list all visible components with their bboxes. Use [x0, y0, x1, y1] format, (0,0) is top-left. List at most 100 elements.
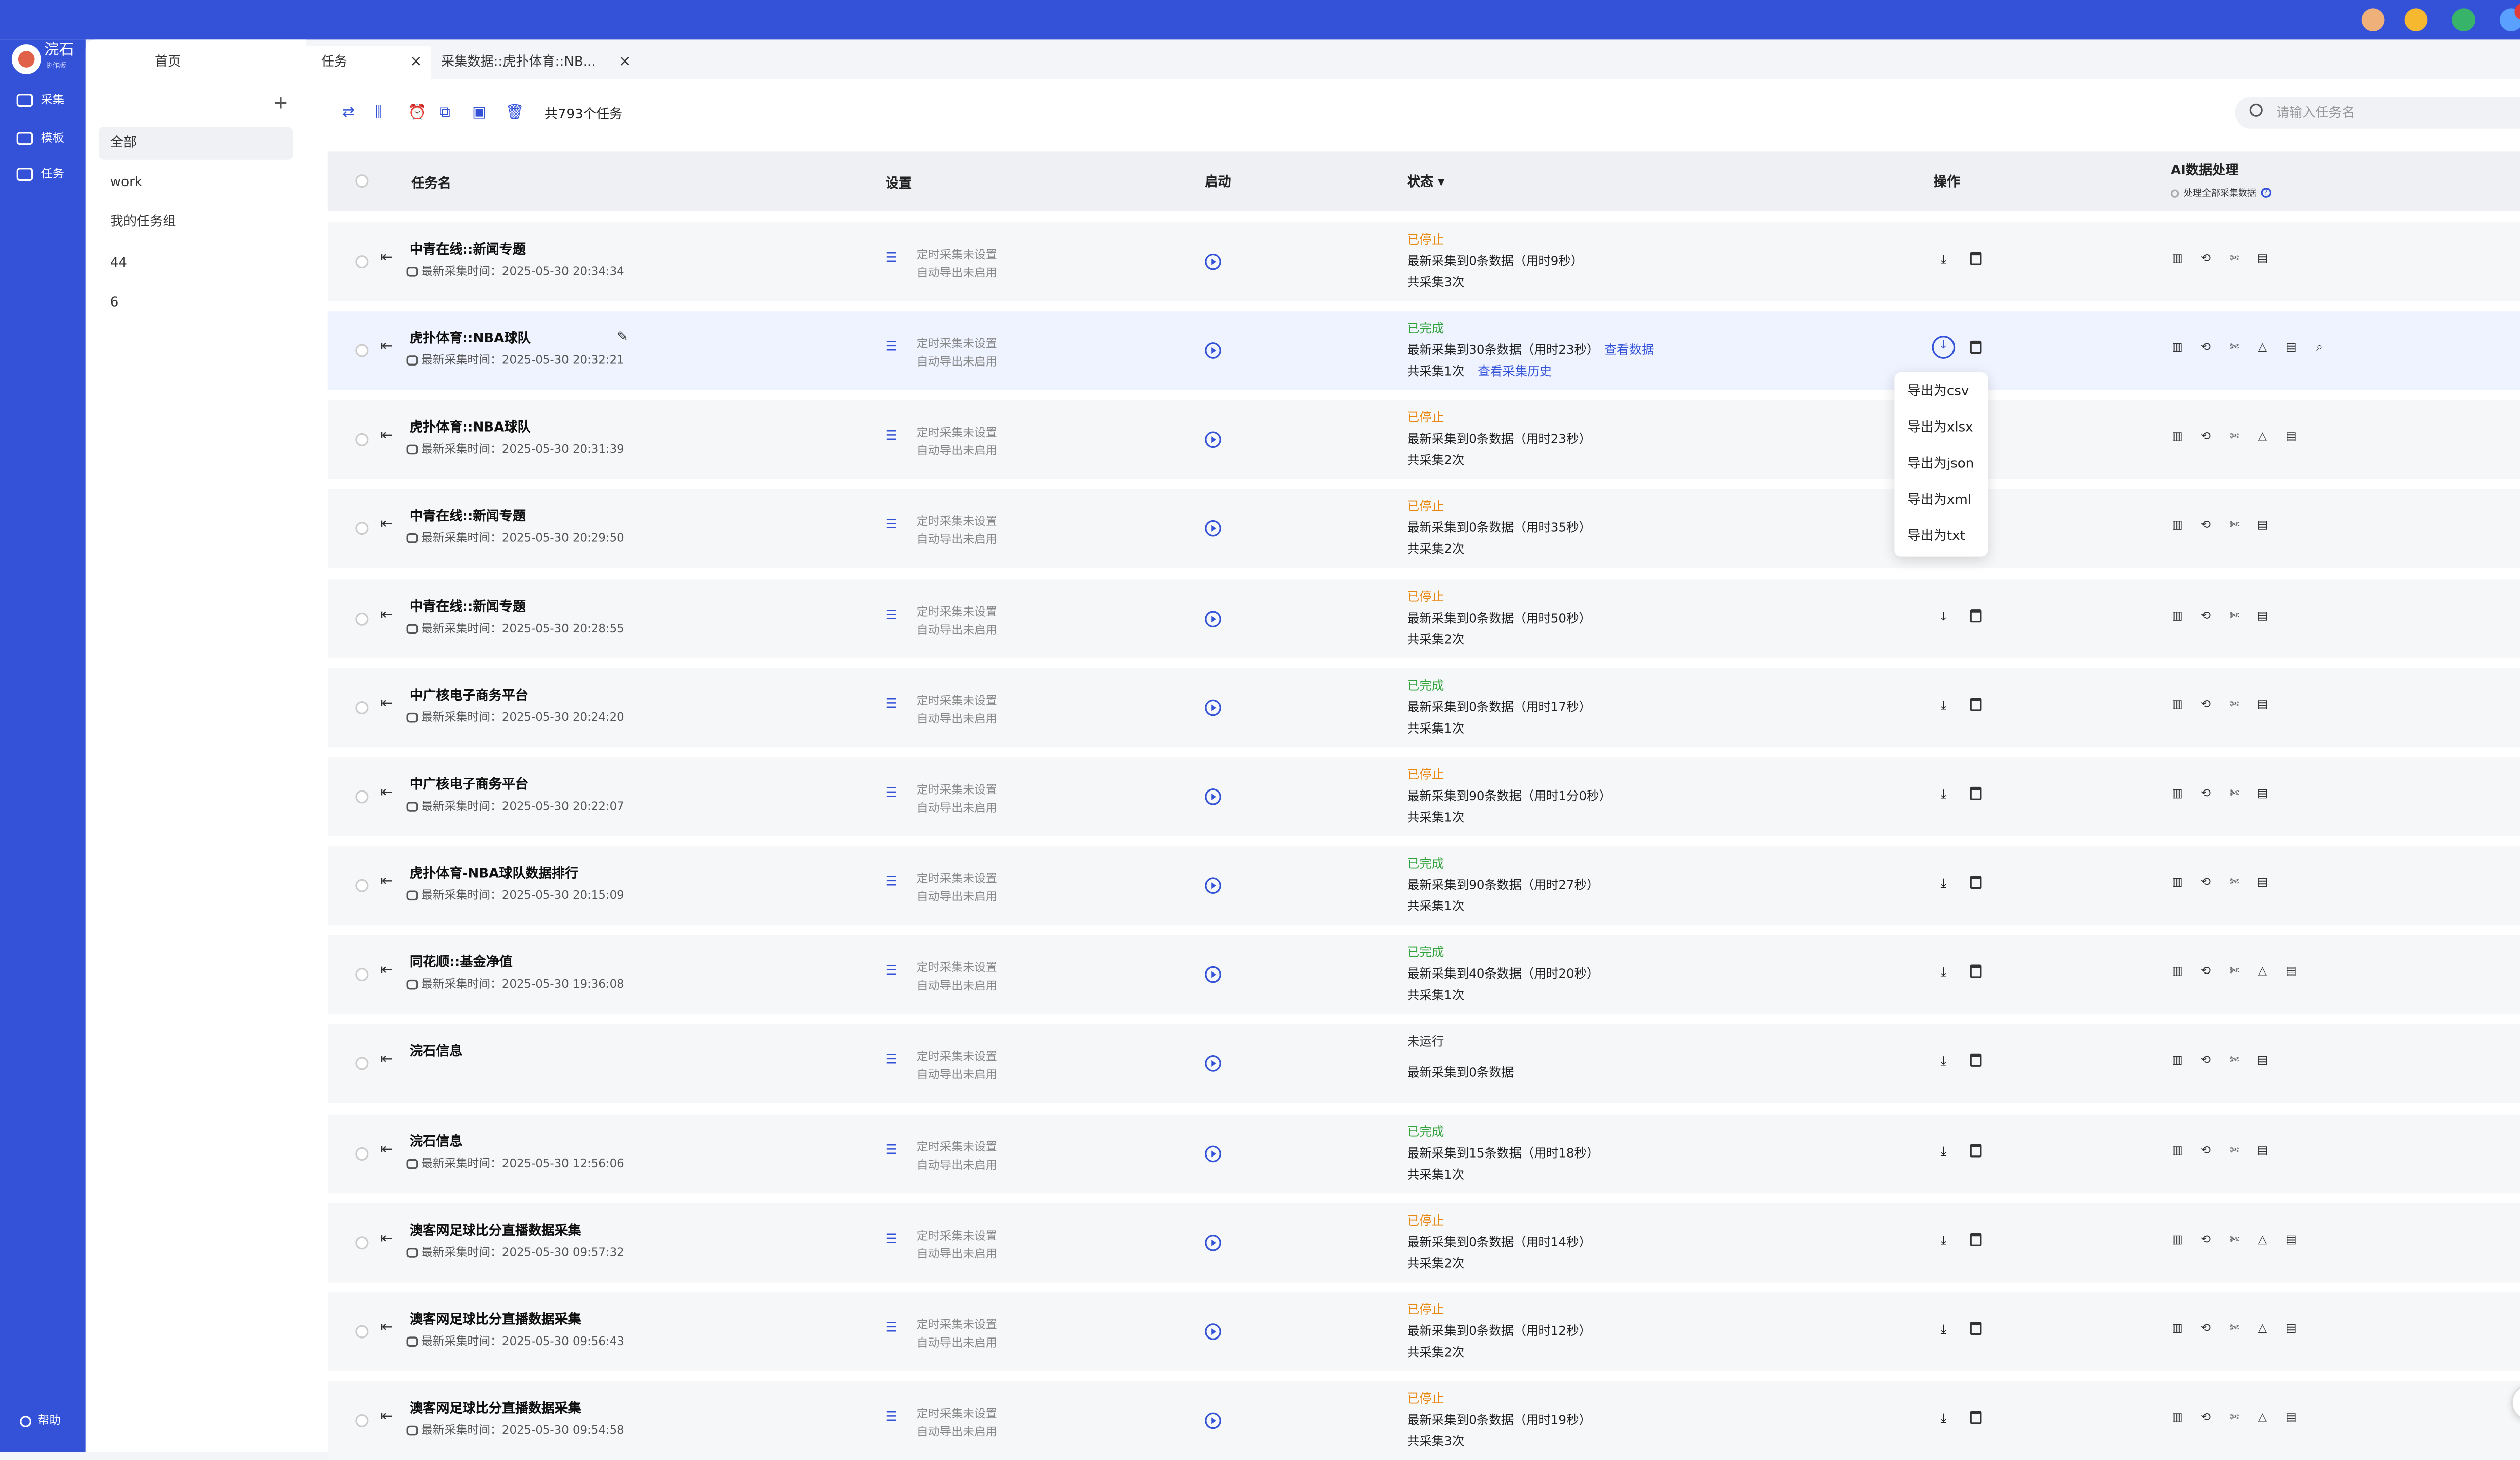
- schedule-setting[interactable]: 定时采集未设置: [917, 1139, 997, 1156]
- doc-icon[interactable]: ▤: [2256, 1144, 2269, 1157]
- group-all[interactable]: 全部: [98, 127, 293, 160]
- delete-icon[interactable]: [1970, 252, 1982, 265]
- doc-icon[interactable]: ▤: [2285, 430, 2298, 443]
- task-name[interactable]: 虎扑体育-NBA球队数据排行: [410, 864, 578, 882]
- video-icon[interactable]: ▣: [472, 105, 486, 122]
- export-setting[interactable]: 自动导出未启用: [917, 622, 997, 639]
- export-setting[interactable]: 自动导出未启用: [917, 1158, 997, 1174]
- schedule-setting[interactable]: 定时采集未设置: [917, 1049, 997, 1065]
- schedule-setting[interactable]: 定时采集未设置: [917, 514, 997, 530]
- task-name[interactable]: 同花顺::基金净值: [410, 953, 513, 971]
- chart-icon[interactable]: ▥: [2171, 964, 2184, 978]
- doc-icon[interactable]: ▤: [2285, 1322, 2298, 1335]
- export-setting[interactable]: 自动导出未启用: [917, 978, 997, 995]
- play-icon[interactable]: [1205, 1055, 1221, 1072]
- play-icon[interactable]: [1205, 1323, 1221, 1340]
- doc-icon[interactable]: ▤: [2256, 519, 2269, 532]
- chart-icon[interactable]: ▥: [2171, 1411, 2184, 1424]
- drive-icon[interactable]: △: [2256, 430, 2269, 443]
- play-icon[interactable]: [1205, 1234, 1221, 1251]
- download-icon[interactable]: ⤓: [1935, 1411, 1952, 1427]
- clean-icon[interactable]: ✄: [2228, 252, 2241, 265]
- list-icon[interactable]: ☰: [886, 1231, 897, 1246]
- task-name[interactable]: 中广核电子商务平台: [410, 687, 528, 705]
- schedule-setting[interactable]: 定时采集未设置: [917, 424, 997, 441]
- convert-icon[interactable]: ⟲: [2199, 1233, 2212, 1246]
- edit-icon[interactable]: ✎: [617, 329, 628, 344]
- pin-icon[interactable]: ⇤: [380, 1409, 393, 1426]
- list-icon[interactable]: ☰: [886, 1409, 897, 1424]
- doc-icon[interactable]: ▤: [2285, 341, 2298, 354]
- drive-icon[interactable]: △: [2256, 341, 2269, 354]
- convert-icon[interactable]: ⟲: [2199, 787, 2212, 800]
- row-checkbox[interactable]: [355, 879, 369, 892]
- pin-icon[interactable]: ⇤: [380, 785, 393, 802]
- download-icon[interactable]: ⤓: [1935, 876, 1952, 892]
- row-checkbox[interactable]: [355, 433, 369, 446]
- clean-icon[interactable]: ✄: [2228, 609, 2241, 622]
- table-row[interactable]: ⇤ 虎扑体育-NBA球队数据排行 最新采集时间：2025-05-30 20:15:0…: [327, 846, 2520, 926]
- delete-icon[interactable]: [1970, 964, 1982, 978]
- list-icon[interactable]: ☰: [886, 607, 897, 622]
- doc-icon[interactable]: ▤: [2256, 252, 2269, 265]
- alarm-icon[interactable]: ⏰: [408, 105, 427, 122]
- row-checkbox[interactable]: [355, 344, 369, 357]
- task-name[interactable]: 澳客网足球比分直播数据采集: [410, 1400, 581, 1418]
- task-name[interactable]: 中青在线::新闻专题: [410, 597, 526, 616]
- task-name[interactable]: 中青在线::新闻专题: [410, 507, 526, 525]
- nav-task[interactable]: 任务: [16, 166, 64, 183]
- delete-icon[interactable]: [1970, 1233, 1982, 1246]
- export-setting[interactable]: 自动导出未启用: [917, 354, 997, 371]
- doc-icon[interactable]: ▤: [2285, 1233, 2298, 1246]
- delete-icon[interactable]: [1970, 609, 1982, 623]
- delete-icon[interactable]: [1970, 1322, 1982, 1335]
- play-icon[interactable]: [1205, 342, 1221, 359]
- clean-icon[interactable]: ✄: [2228, 1054, 2241, 1067]
- list-icon[interactable]: ☰: [886, 1142, 897, 1157]
- schedule-setting[interactable]: 定时采集未设置: [917, 693, 997, 710]
- row-checkbox[interactable]: [355, 1414, 369, 1428]
- task-name[interactable]: 澳客网足球比分直播数据采集: [410, 1222, 581, 1240]
- tab-data[interactable]: 采集数据::虎扑体育::NB... ×: [441, 46, 704, 79]
- download-icon[interactable]: ⤓: [1935, 1144, 1952, 1161]
- row-checkbox[interactable]: [355, 1325, 369, 1339]
- clean-icon[interactable]: ✄: [2228, 876, 2241, 889]
- pin-icon[interactable]: ⇤: [380, 696, 393, 713]
- table-row[interactable]: ⇤ 澳客网足球比分直播数据采集 最新采集时间：2025-05-30 09:56:43…: [327, 1292, 2520, 1371]
- delete-icon[interactable]: [1970, 1144, 1982, 1158]
- export-setting[interactable]: 自动导出未启用: [917, 800, 997, 817]
- download-icon[interactable]: ⤓: [1935, 1322, 1952, 1339]
- play-icon[interactable]: [1205, 788, 1221, 805]
- export-xlsx[interactable]: 导出为xlsx: [1907, 418, 1973, 436]
- play-icon[interactable]: [1205, 520, 1221, 537]
- play-icon[interactable]: [1205, 1145, 1221, 1163]
- clean-icon[interactable]: ✄: [2228, 964, 2241, 978]
- row-checkbox[interactable]: [355, 255, 369, 269]
- list-icon[interactable]: ☰: [886, 1320, 897, 1335]
- pin-icon[interactable]: ⇤: [380, 607, 393, 624]
- row-checkbox[interactable]: [355, 790, 369, 804]
- convert-icon[interactable]: ⟲: [2199, 609, 2212, 622]
- list-icon[interactable]: ☰: [886, 696, 897, 711]
- help-link[interactable]: 帮助: [20, 1413, 61, 1429]
- doc-icon[interactable]: ▤: [2256, 787, 2269, 800]
- search-box[interactable]: 请输入任务名: [2235, 97, 2520, 129]
- table-row[interactable]: ⇤ 浣石信息 ☰ 定时采集未设置 自动导出未启用 未运行 最新采集到0条数据 ⤓ ▥ ⟲ ✄ ▤: [327, 1024, 2520, 1103]
- export-xml[interactable]: 导出为xml: [1907, 491, 1971, 509]
- list-icon[interactable]: ☰: [886, 1052, 897, 1067]
- schedule-setting[interactable]: 定时采集未设置: [917, 1406, 997, 1423]
- pin-icon[interactable]: ⇤: [380, 1142, 393, 1159]
- clean-icon[interactable]: ✄: [2228, 430, 2241, 443]
- export-setting[interactable]: 自动导出未启用: [917, 443, 997, 459]
- table-row[interactable]: ⇤ 中青在线::新闻专题 最新采集时间：2025-05-30 20:34:34 ☰ 定时…: [327, 222, 2520, 301]
- tab-home[interactable]: 首页: [86, 46, 250, 79]
- pin-icon[interactable]: ⇤: [380, 1320, 393, 1337]
- chart-icon[interactable]: ▥: [2171, 609, 2184, 622]
- schedule-setting[interactable]: 定时采集未设置: [917, 336, 997, 352]
- chrome-icon[interactable]: [2452, 8, 2476, 32]
- clean-icon[interactable]: ✄: [2228, 1411, 2241, 1424]
- doc-icon[interactable]: ▤: [2256, 876, 2269, 889]
- convert-icon[interactable]: ⟲: [2199, 964, 2212, 978]
- download-icon[interactable]: ⤓: [1935, 698, 1952, 714]
- row-checkbox[interactable]: [355, 1147, 369, 1161]
